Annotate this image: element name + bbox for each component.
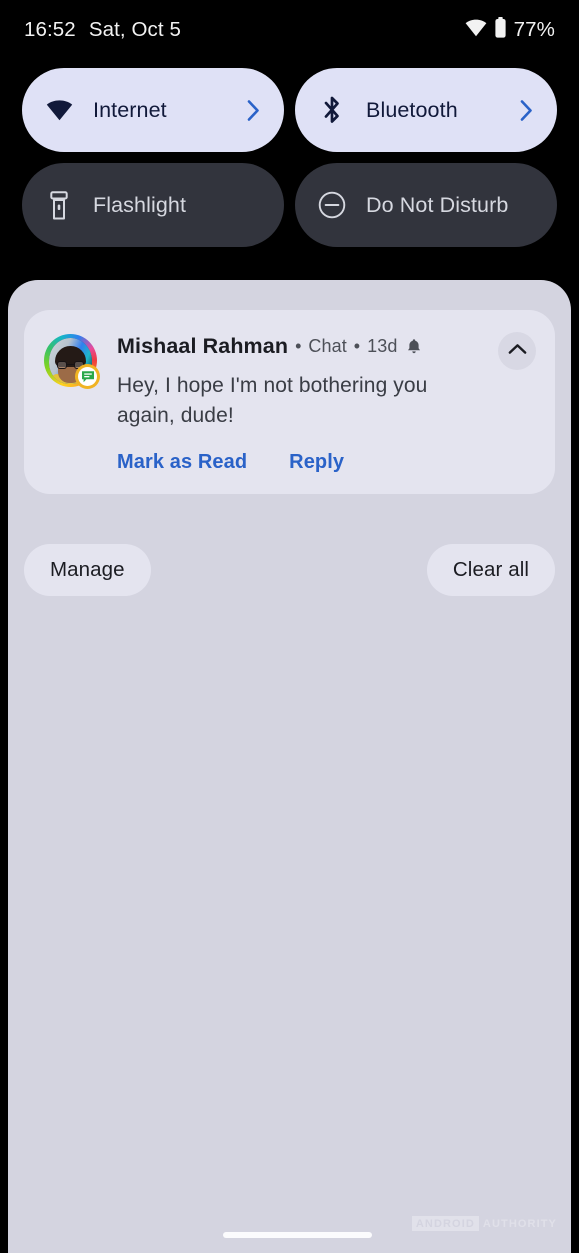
phone-screen: 16:52 Sat, Oct 5 77% Internet Bluetooth … bbox=[0, 0, 579, 1253]
notification-channel: Chat bbox=[308, 336, 347, 356]
watermark-text: AUTHORITY bbox=[482, 1217, 557, 1230]
status-bar: 16:52 Sat, Oct 5 77% bbox=[0, 0, 579, 60]
notification-action-reply[interactable]: Reply bbox=[289, 451, 344, 474]
notification-message: Hey, I hope I'm not bothering you again,… bbox=[117, 374, 428, 427]
chevron-right-icon[interactable] bbox=[515, 99, 537, 121]
status-bar-date: Sat, Oct 5 bbox=[88, 18, 181, 41]
status-bar-clock: 16:52 bbox=[24, 18, 76, 41]
manage-button[interactable]: Manage bbox=[24, 544, 151, 596]
qs-tile-label-do-not-disturb: Do Not Disturb bbox=[366, 192, 509, 217]
avatar-photo-lens-left bbox=[57, 361, 67, 369]
battery-icon bbox=[494, 17, 507, 43]
notification-content-row: Mishaal Rahman • Chat • 13d Hey, I hope bbox=[44, 332, 535, 474]
qs-tile-flashlight[interactable]: Flashlight bbox=[22, 163, 284, 247]
wifi-icon bbox=[44, 95, 74, 125]
bell-icon bbox=[406, 338, 422, 355]
status-bar-right: 77% bbox=[465, 17, 555, 43]
clear-all-button[interactable]: Clear all bbox=[426, 544, 555, 596]
quick-settings-tiles: Internet Bluetooth Flashlight Do Not Dis… bbox=[22, 68, 557, 247]
qs-tile-bluetooth[interactable]: Bluetooth bbox=[295, 68, 557, 152]
qs-tile-internet[interactable]: Internet bbox=[22, 68, 284, 152]
notification-shade-panel: Mishaal Rahman • Chat • 13d Hey, I hope bbox=[8, 280, 571, 1253]
watermark: ANDROID AUTHORITY bbox=[411, 1216, 557, 1231]
notification-timestamp: 13d bbox=[367, 336, 398, 356]
notification-card[interactable]: Mishaal Rahman • Chat • 13d Hey, I hope bbox=[24, 310, 555, 494]
battery-percentage: 77% bbox=[513, 18, 555, 41]
notification-collapse-button[interactable] bbox=[498, 332, 536, 370]
notification-action-mark-as-read[interactable]: Mark as Read bbox=[117, 451, 247, 474]
status-bar-left: 16:52 Sat, Oct 5 bbox=[24, 18, 181, 42]
bluetooth-icon bbox=[317, 95, 347, 125]
notification-separator: • bbox=[295, 336, 302, 356]
notification-separator: • bbox=[353, 336, 361, 356]
qs-tile-label-bluetooth: Bluetooth bbox=[366, 97, 458, 122]
wifi-icon bbox=[465, 19, 487, 42]
qs-tile-label-flashlight: Flashlight bbox=[93, 192, 187, 217]
notification-actions: Mark as Read Reply bbox=[117, 451, 535, 474]
watermark-box-text: ANDROID bbox=[411, 1216, 479, 1231]
qs-tile-label-internet: Internet bbox=[93, 97, 167, 122]
avatar-photo-glasses-bridge bbox=[67, 364, 74, 366]
notification-body: Mishaal Rahman • Chat • 13d Hey, I hope bbox=[117, 332, 535, 474]
notification-sender: Mishaal Rahman bbox=[117, 334, 289, 358]
chat-bubble-icon bbox=[78, 367, 97, 386]
qs-tile-do-not-disturb[interactable]: Do Not Disturb bbox=[295, 163, 557, 247]
gesture-navigation-pill[interactable] bbox=[223, 1232, 372, 1238]
chevron-right-icon[interactable] bbox=[242, 99, 264, 121]
avatar bbox=[44, 334, 100, 389]
do-not-disturb-icon bbox=[317, 190, 347, 220]
shade-footer: Manage Clear all bbox=[24, 544, 555, 596]
notification-header: Mishaal Rahman • Chat • 13d bbox=[117, 334, 535, 359]
chevron-up-icon bbox=[508, 342, 527, 360]
flashlight-icon bbox=[44, 190, 74, 220]
app-badge bbox=[75, 364, 100, 389]
